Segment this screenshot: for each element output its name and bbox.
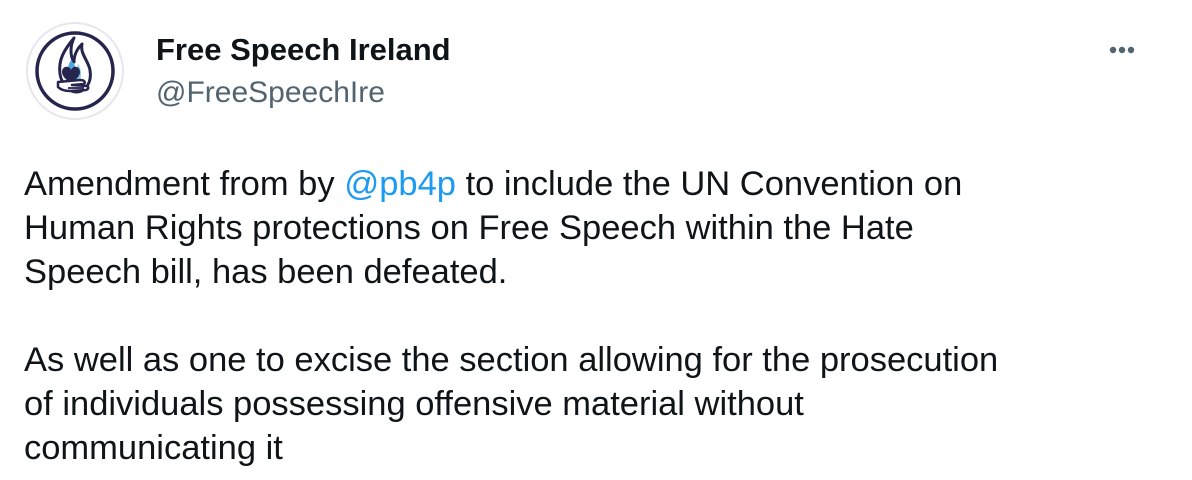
tweet-text-segment: Amendment from by [24, 165, 345, 203]
more-options-icon [1109, 46, 1135, 54]
author-info: Free Speech Ireland @FreeSpeechIre [156, 28, 451, 114]
tweet-line: communicating it [24, 429, 283, 467]
avatar[interactable] [24, 20, 126, 122]
tweet-line: of individuals possessing offensive mate… [24, 385, 804, 423]
tweet-line: As well as one to excise the section all… [24, 341, 999, 379]
more-options-button[interactable] [1100, 32, 1144, 68]
author-display-name[interactable]: Free Speech Ireland [156, 28, 451, 72]
tweet-line: Amendment from by @pb4p to include the U… [24, 162, 1164, 206]
flame-hand-logo-icon [26, 22, 124, 120]
tweet-line: Human Rights protections on Free Speech … [24, 209, 914, 247]
tweet-card: Free Speech Ireland @FreeSpeechIre Amend… [0, 0, 1192, 480]
mention-link[interactable]: @pb4p [344, 165, 456, 203]
tweet-text: Amendment from by @pb4p to include the U… [24, 162, 1164, 470]
tweet-line: Speech bill, has been defeated. [24, 253, 508, 291]
tweet-text-segment: to include the UN Convention on [455, 165, 963, 203]
author-handle[interactable]: @FreeSpeechIre [156, 72, 451, 114]
